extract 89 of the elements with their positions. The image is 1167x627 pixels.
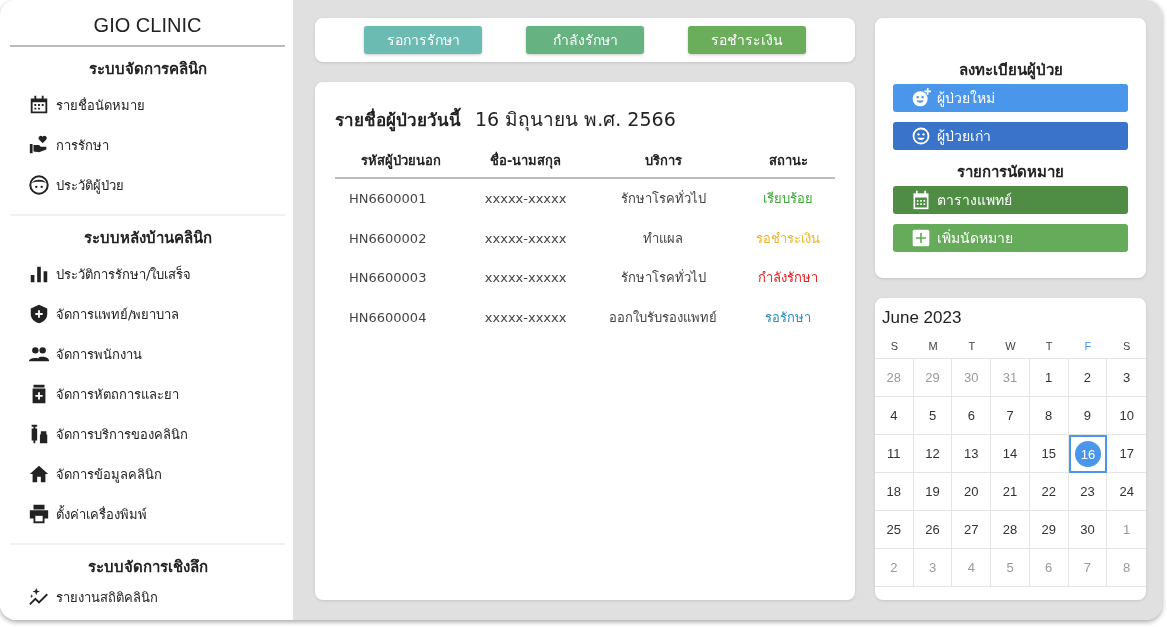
table-cell-text: ออกใบรับรองแพทย์: [608, 308, 719, 327]
sidebar-item[interactable]: ประวัติการรักษา/ใบเสร็จ: [10, 254, 285, 294]
sidebar-item[interactable]: จัดการพนักงาน: [10, 334, 285, 374]
weekday-label: S: [889, 339, 899, 354]
calendar-day[interactable]: 28: [991, 511, 1030, 549]
section-heading: ระบบหลังบ้านคลินิก: [82, 228, 213, 249]
weekday-label: S: [1121, 339, 1132, 354]
calendar-day[interactable]: 29: [1029, 511, 1069, 549]
calendar-day[interactable]: 27: [952, 511, 992, 549]
calendar-day[interactable]: 10: [1107, 397, 1146, 435]
weekday-label: W: [1004, 339, 1017, 354]
calendar-day[interactable]: 8: [1029, 397, 1069, 435]
table-cell-text: ทำแผล: [642, 229, 685, 248]
section-heading: ระบบจัดการคลินิก: [87, 59, 208, 80]
weekday-label: T: [967, 339, 977, 354]
calendar-day[interactable]: 2: [1068, 359, 1108, 397]
calendar-day[interactable]: 13: [952, 435, 992, 473]
table-cell-text: xxxxx-xxxxx: [483, 229, 568, 248]
column-header: สถานะ: [741, 144, 835, 178]
calendar-month: June 2023: [881, 307, 963, 329]
house-icon: [28, 463, 50, 485]
calendar-day[interactable]: 12: [913, 435, 953, 473]
face-icon: [28, 174, 50, 196]
sidebar-item[interactable]: จัดการหัตถการและยา: [10, 374, 285, 414]
face-icon: [911, 126, 931, 146]
face-plus-icon: [911, 88, 931, 108]
action-button[interactable]: ตารางแพทย์: [893, 186, 1128, 214]
action-button[interactable]: ผู้ป่วยเก่า: [893, 122, 1128, 150]
hand-heart-icon: [28, 134, 50, 156]
calendar-icon: [911, 190, 931, 210]
calendar-day[interactable]: 11: [875, 435, 914, 473]
calendar-day[interactable]: 20: [952, 473, 992, 511]
status-text: กำลังรักษา: [757, 269, 820, 288]
table-cell: รักษาโรคทั่วไป: [585, 178, 742, 219]
calendar-day[interactable]: 14: [991, 435, 1030, 473]
calendar-day[interactable]: 18: [875, 473, 914, 511]
sidebar-item[interactable]: รายงานสถิติคลินิก: [10, 583, 285, 611]
section-heading: ระบบจัดการเชิงลึก: [86, 557, 209, 578]
calendar-day[interactable]: 26: [913, 511, 953, 549]
shield-cross-icon: [28, 303, 50, 325]
calendar-day[interactable]: 17: [1107, 435, 1146, 473]
status-text: เรียบร้อย: [741, 178, 835, 219]
calendar-day[interactable]: 30: [1068, 511, 1108, 549]
sidebar-item[interactable]: รายชื่อนัดหมาย: [10, 85, 285, 125]
table-cell-text: HN6600002: [348, 229, 428, 248]
calendar-day[interactable]: 21: [991, 473, 1030, 511]
calendar-day[interactable]: 9: [1068, 397, 1108, 435]
calendar-day[interactable]: 23: [1068, 473, 1108, 511]
column-header: ชื่อ-นามสกุล: [466, 144, 585, 178]
table-cell-text: HN6600004: [348, 308, 428, 327]
list-date: 16 มิถุนายน พ.ศ. 2566: [475, 107, 676, 133]
calendar-day[interactable]: 15: [1029, 435, 1069, 473]
sidebar-item[interactable]: จัดการบริการของคลินิก: [10, 414, 285, 454]
calendar-day[interactable]: 7: [991, 397, 1030, 435]
printer-icon: [28, 503, 50, 525]
column-header: บริการ: [585, 144, 742, 178]
calendar-day[interactable]: 19: [913, 473, 953, 511]
weekday-label: F: [1083, 339, 1093, 354]
sidebar-item[interactable]: ประวัติผู้ป่วย: [10, 165, 285, 205]
weekday-label: M: [927, 339, 939, 354]
calendar-icon: [28, 94, 50, 116]
calendar-day[interactable]: 5: [913, 397, 953, 435]
list-title: รายชื่อผู้ป่วยวันนี้: [335, 106, 461, 133]
status-text: รอรักษา: [764, 308, 813, 327]
status-text: รอชำระเงิน: [755, 229, 822, 248]
table-cell-text: HN6600003: [348, 269, 428, 288]
sidebar-item[interactable]: จัดการข้อมูลคลินิก: [10, 454, 285, 494]
table-cell: xxxxx-xxxxx: [466, 178, 585, 219]
plus-icon: [911, 228, 931, 248]
calendar-day[interactable]: 25: [875, 511, 914, 549]
table-cell: HN6600001: [335, 178, 467, 219]
table-cell-text: xxxxx-xxxxx: [483, 269, 568, 288]
section-heading: ลงทะเบียนผู้ป่วย: [957, 60, 1064, 82]
calendar-day[interactable]: 6: [952, 397, 992, 435]
calendar-day[interactable]: 24: [1107, 473, 1146, 511]
calendar-day[interactable]: 3: [1107, 359, 1146, 397]
column-header: รหัสผู้ป่วยนอก: [335, 144, 467, 178]
calendar-day[interactable]: 1: [1029, 359, 1069, 397]
sidebar-item[interactable]: การรักษา: [10, 125, 285, 165]
table-cell-text: xxxxx-xxxxx: [483, 308, 568, 327]
weekday-label: T: [1044, 339, 1054, 354]
table-cell-text: รักษาโรคทั่วไป: [619, 268, 707, 288]
section-heading: รายการนัดหมาย: [956, 162, 1065, 183]
sparkle-chart-icon: [28, 586, 50, 608]
calendar-day[interactable]: 22: [1029, 473, 1069, 511]
sidebar-item[interactable]: จัดการแพทย์/พยาบาล: [10, 294, 285, 334]
sidebar-item[interactable]: ตั้งค่าเครื่องพิมพ์: [10, 494, 285, 534]
calendar-day[interactable]: 4: [875, 397, 914, 435]
clinic-title: GIO CLINIC: [10, 0, 285, 47]
